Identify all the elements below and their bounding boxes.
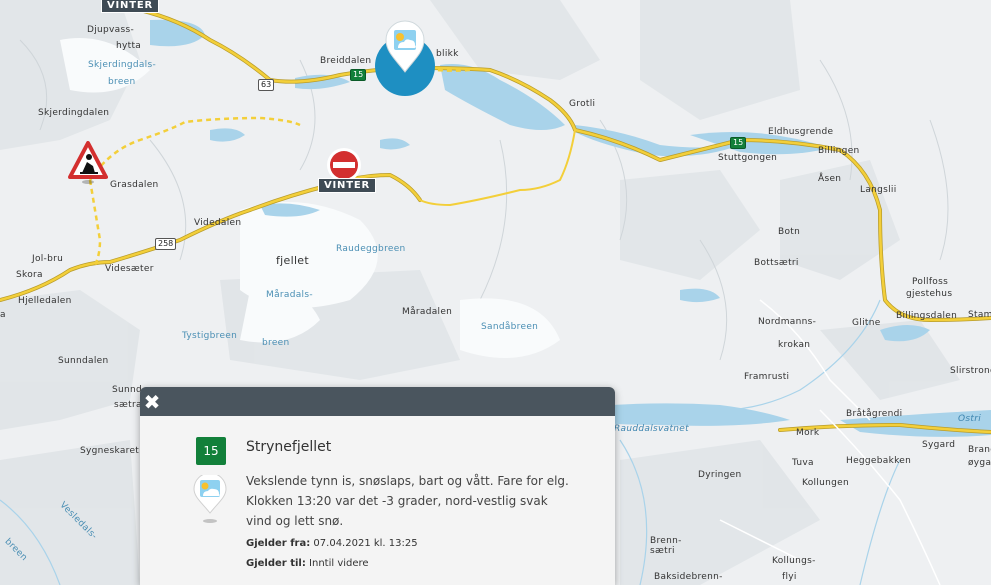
popup-header: ✖ (140, 387, 615, 416)
place-label: Raudeggbreen (336, 244, 406, 254)
place-label: Videdalen (194, 218, 242, 228)
place-label: Åsen (818, 174, 842, 184)
place-label: Nordmanns- (758, 317, 817, 327)
place-label: sætri (650, 546, 675, 556)
popup-description: Vekslende tynn is, snøslaps, bart og våt… (246, 474, 569, 528)
place-label: Langslii (860, 185, 897, 195)
place-label: Brenn- (650, 536, 682, 546)
place-label: breen (262, 338, 290, 348)
place-label: Botn (778, 227, 801, 237)
place-label: Glitne (852, 318, 881, 328)
place-label: Bottsætri (754, 258, 799, 268)
winter-closed-label[interactable]: VINTER (101, 0, 159, 13)
place-label: Sygneskaret (80, 446, 140, 456)
valid-to-value: Inntil videre (309, 558, 369, 569)
popup-title: Strynefjellet (246, 439, 332, 455)
place-label: breen (108, 77, 136, 87)
place-label: Grasdalen (110, 180, 159, 190)
place-label: Dyringen (698, 470, 742, 480)
place-label: Ostri (958, 414, 982, 424)
place-label: Rauddalsvatnet (614, 424, 689, 434)
place-label: Billingsdalen (896, 311, 958, 321)
place-label: Heggebakken (846, 456, 912, 466)
weather-icon (193, 475, 227, 523)
place-label: flyi (782, 572, 797, 582)
place-label: Skora (16, 270, 43, 280)
place-label: Skjerdingdals- (88, 60, 156, 70)
place-label: a (0, 310, 6, 320)
place-label: Kollungen (802, 478, 850, 488)
place-label: øygar (968, 458, 991, 468)
place-label: sætra (114, 400, 142, 410)
place-label: Billingen (818, 146, 860, 156)
place-label: Sandåbreen (481, 322, 539, 332)
place-label: Sunnd (112, 385, 143, 395)
valid-from-row: Gjelder fra: 07.04.2021 kl. 13:25 (246, 538, 418, 549)
place-label: hytta (116, 41, 142, 51)
place-label: Sunndalen (58, 356, 109, 366)
place-label: Baksidebrenn- (654, 572, 723, 582)
winter-closed-label[interactable]: VINTER (318, 178, 376, 193)
valid-from-label: Gjelder fra: (246, 538, 311, 549)
place-label: Stuttgongen (718, 153, 778, 163)
place-label: Tystigbreen (182, 331, 238, 341)
place-label: Bråtågrendi (846, 409, 903, 419)
road-shield-258: 258 (155, 238, 177, 250)
place-label: Pollfoss (912, 277, 949, 287)
valid-to-row: Gjelder til: Inntil videre (246, 558, 369, 569)
place-label: fjellet (276, 254, 309, 267)
place-label: Videsæter (105, 264, 154, 274)
place-label: Grotli (569, 99, 596, 109)
road-number-badge: 15 (196, 437, 226, 465)
place-label: Stam (968, 310, 991, 320)
place-label: Skjerdingdalen (38, 108, 110, 118)
place-label: Kollungs- (772, 556, 816, 566)
place-label: Sygard (922, 440, 956, 450)
weather-marker-icon[interactable] (372, 18, 438, 98)
place-label: Breiddalen (320, 56, 372, 66)
place-label: Jol-bru (32, 254, 64, 264)
place-label: Djupvass- (87, 25, 135, 35)
roadwork-warning-icon[interactable] (68, 141, 108, 185)
place-label: gjestehus (906, 289, 953, 299)
valid-from-value: 07.04.2021 kl. 13:25 (313, 538, 418, 549)
road-shield-15: 15 (730, 137, 747, 149)
close-icon[interactable]: ✖ (141, 391, 163, 413)
place-label: Hjelledalen (18, 296, 72, 306)
place-label: Slirstrond (950, 366, 991, 376)
place-label: Eldhusgrende (768, 127, 834, 137)
place-label: Tuva (792, 458, 814, 468)
road-shield-15: 15 (350, 69, 367, 81)
place-label: Måradalen (402, 307, 453, 317)
place-label: Brand (968, 445, 991, 455)
road-info-popup: ✖ 15 Strynefjellet Vekslende tynn is, sn… (140, 387, 615, 585)
place-label: blikk (436, 49, 459, 59)
place-label: Framrusti (744, 372, 790, 382)
road-shield-63: 63 (258, 79, 275, 91)
valid-to-label: Gjelder til: (246, 558, 306, 569)
place-label: Mork (796, 428, 820, 438)
place-label: Måradals- (266, 290, 313, 300)
place-label: krokan (778, 340, 811, 350)
